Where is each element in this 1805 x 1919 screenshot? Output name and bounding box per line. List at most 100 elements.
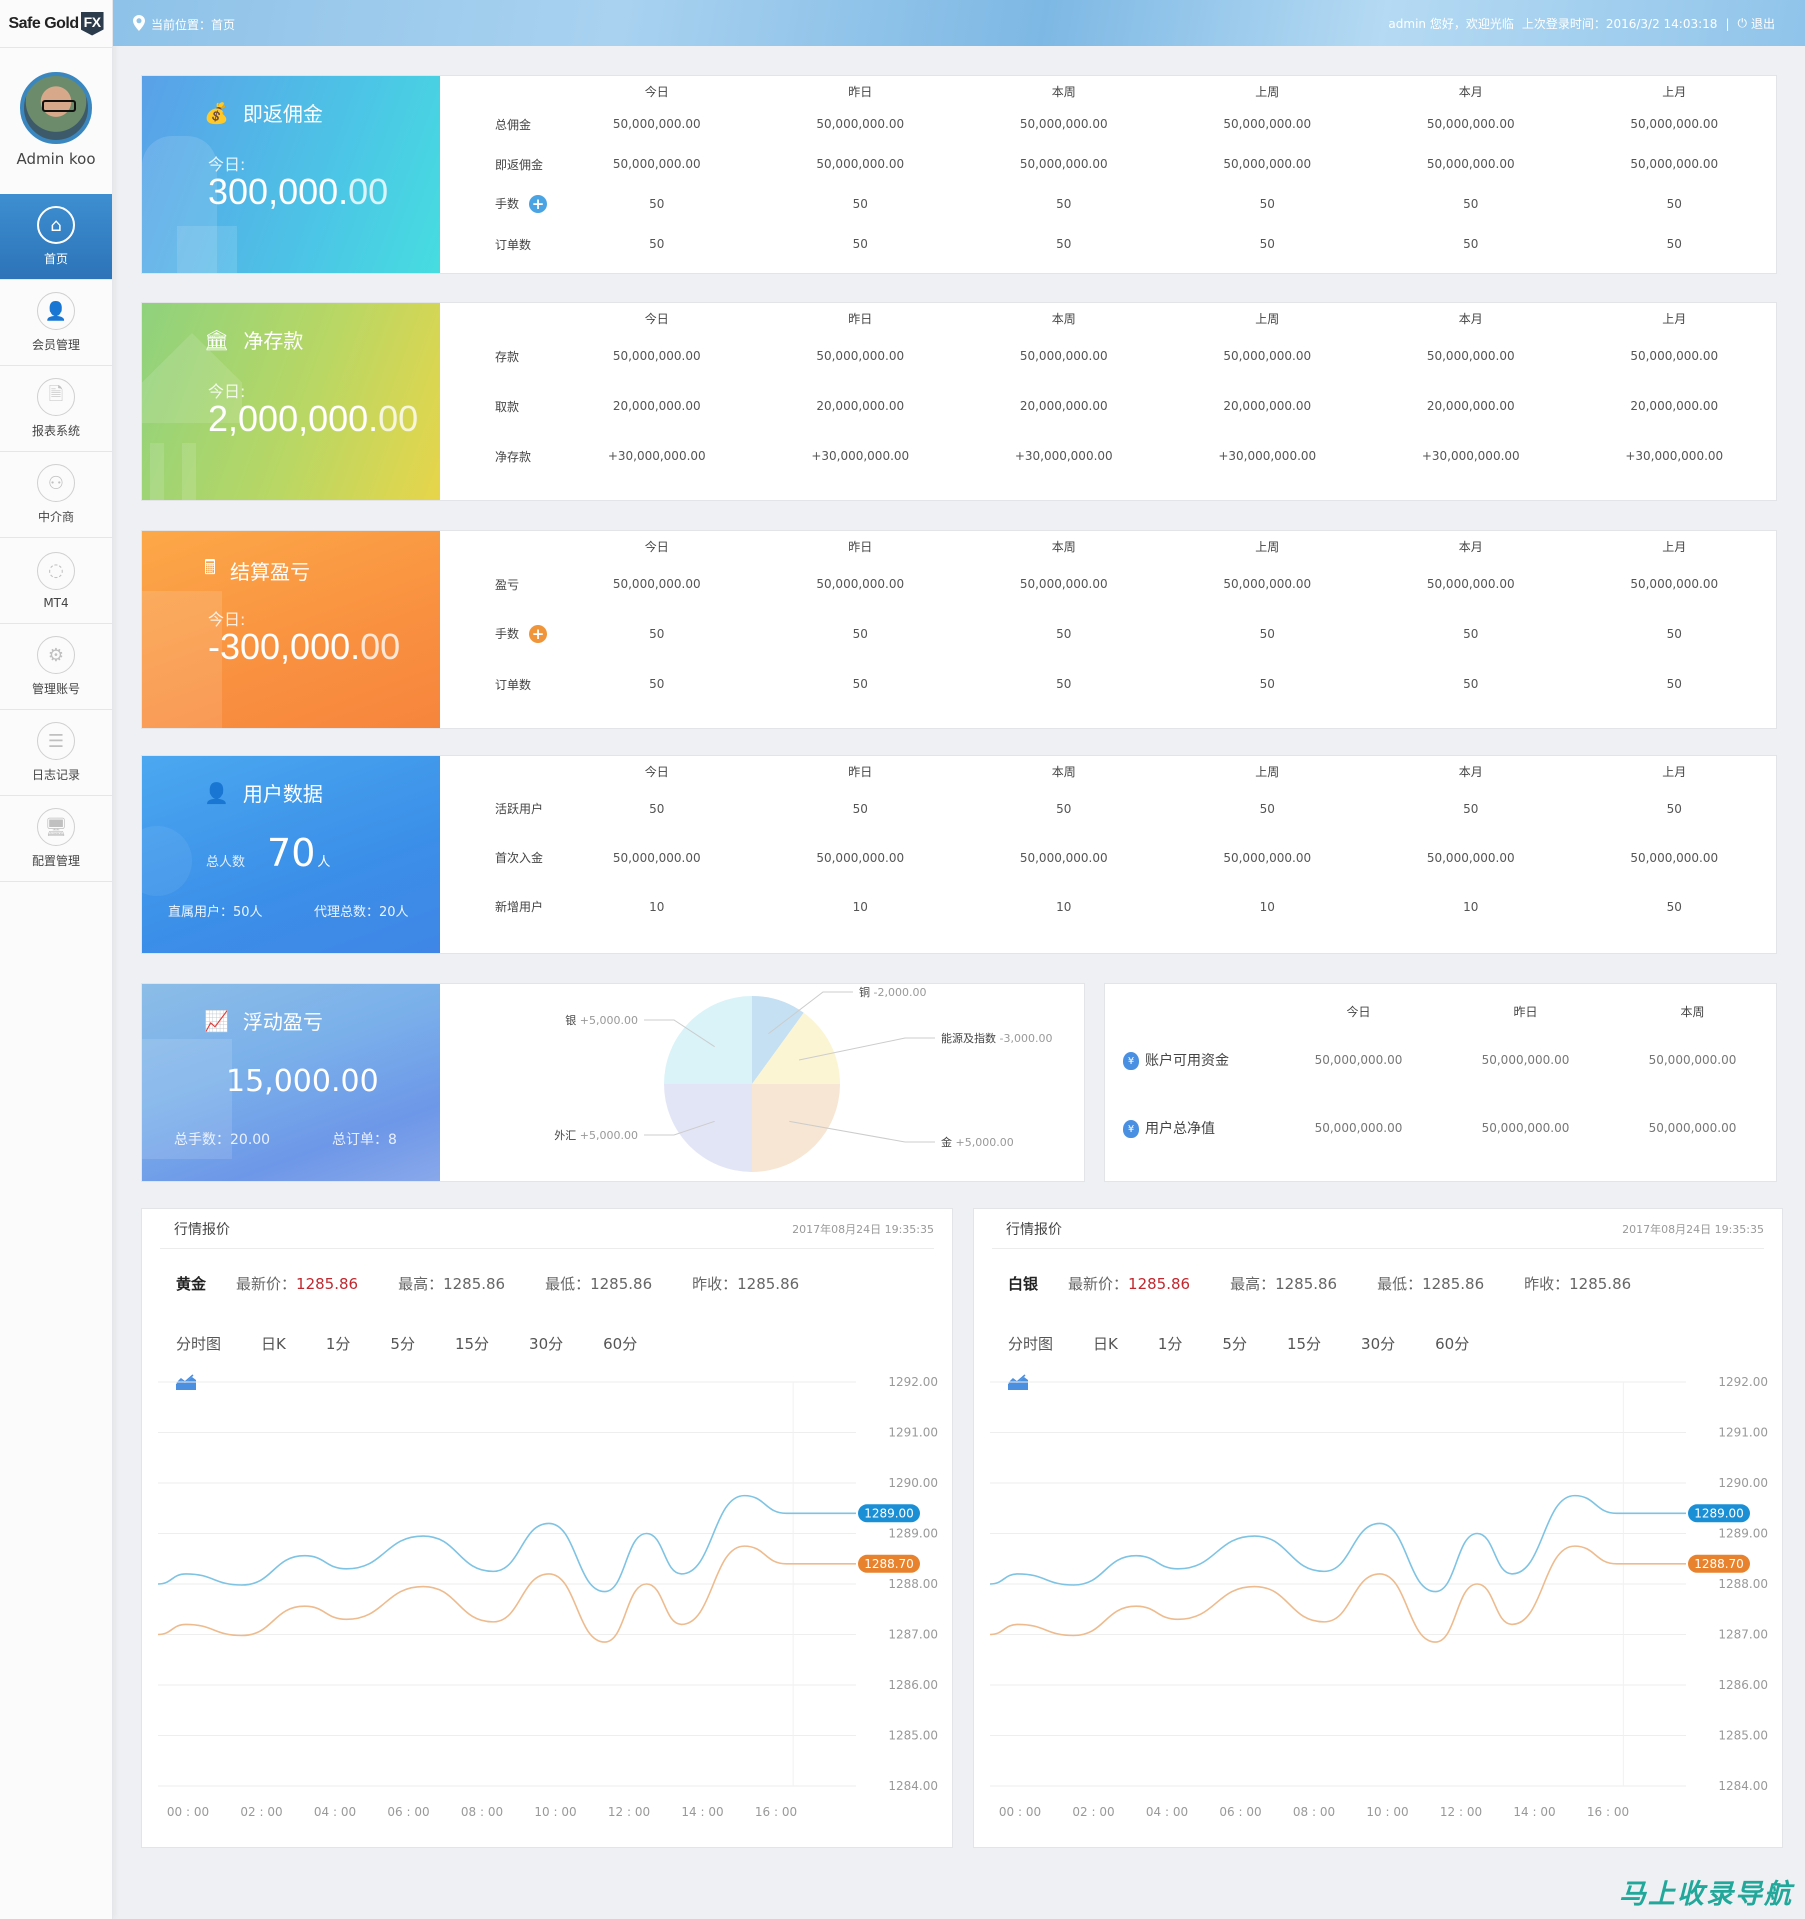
sidebar-item-0[interactable]: ⌂ 首页	[0, 194, 112, 280]
expand-plus-icon[interactable]: +	[529, 195, 548, 214]
floating-pnl-panel: 📈 浮动盈亏 15,000.00 总手数：20.00 总订单：8 铜 -2,000…	[141, 983, 1085, 1182]
market-timestamp: 2017年08月24日 19:35:35	[1622, 1222, 1764, 1236]
home-icon: ⌂	[37, 206, 75, 244]
sidebar-item-7[interactable]: 🖥 配置管理	[0, 796, 112, 882]
column-header: 今日	[1346, 1004, 1371, 1019]
cell-value: 50	[1056, 801, 1072, 816]
cell-value: 50,000,000.00	[816, 850, 905, 865]
column-header: 本周	[1680, 1004, 1705, 1019]
header-row: 今日 昨日 本周 上周 本月 上月	[440, 76, 1776, 104]
avatar[interactable]	[20, 72, 92, 144]
total-lots: 总手数：20.00	[174, 1132, 271, 1148]
latest-price-value: 1285.86	[296, 1275, 359, 1293]
pie-label: 金 +5,000.00	[941, 1135, 1014, 1149]
y-tick-label: 1284.00	[888, 1779, 938, 1793]
price-tag-label: 1289.00	[864, 1506, 914, 1520]
total-users-unit: 人	[317, 855, 331, 870]
settlement-title: 🖩 结算盈亏	[204, 553, 310, 587]
tab-5[interactable]: 30分	[1361, 1333, 1395, 1354]
pie-label-value: -3,000.00	[1000, 1032, 1053, 1045]
cell-value: 50,000,000.00	[1426, 577, 1515, 591]
cell-value: 20,000,000.00	[1426, 399, 1515, 413]
cell-value: 50	[649, 627, 665, 641]
tab-0[interactable]: 分时图	[1008, 1333, 1053, 1354]
corner-cell	[440, 76, 555, 104]
x-tick-label: 08 : 00	[1293, 1805, 1335, 1819]
column-header: 上月	[1662, 540, 1687, 554]
column-header: 上周	[1255, 765, 1280, 779]
user-info: admin 您好，欢迎光临 上次登录时间：2016/3/2 14:03:18 |…	[1388, 15, 1775, 32]
y-tick-label: 1286.00	[1718, 1678, 1768, 1692]
y-tick-label: 1289.00	[1718, 1527, 1768, 1541]
column-header: 本周	[1051, 85, 1076, 99]
sidebar-item-5[interactable]: ⚙ 管理账号	[0, 624, 112, 710]
table-row: 手数 +50 50 50 50 50 50	[440, 184, 1776, 224]
cell-value: 50,000,000.00	[612, 349, 701, 363]
chart-tabs: 分时图 日K 1分 5分 15分 30分 60分	[1008, 1333, 1469, 1354]
cell-value: 50	[1666, 899, 1682, 914]
symbol-name: 白银	[1008, 1275, 1039, 1293]
tab-2[interactable]: 1分	[1158, 1333, 1183, 1354]
column-header: 昨日	[848, 765, 873, 779]
cell-value: 50	[1666, 801, 1682, 816]
sidebar-item-2[interactable]: 🗎 报表系统	[0, 366, 112, 452]
x-tick-label: 14 : 00	[681, 1805, 723, 1819]
sidebar-item-6[interactable]: ☰ 日志记录	[0, 710, 112, 796]
table-row: 即返佣金 50,000,000.00 50,000,000.00 50,000,000…	[440, 144, 1776, 184]
tab-6[interactable]: 60分	[1435, 1333, 1469, 1354]
sidebar-item-3[interactable]: ⚇ 中介商	[0, 452, 112, 538]
cell-value: 50	[1666, 197, 1682, 211]
tab-0[interactable]: 分时图	[176, 1333, 221, 1354]
column-header: 上月	[1662, 312, 1687, 326]
tab-4[interactable]: 15分	[455, 1333, 489, 1354]
tab-1[interactable]: 日K	[1093, 1333, 1118, 1354]
config-icon: 🖥	[37, 808, 75, 846]
latest-price: 最新价：1285.86	[1068, 1273, 1190, 1294]
pie-slice[interactable]	[664, 1084, 752, 1172]
cell-value: 20,000,000.00	[816, 399, 905, 413]
row-label-text: 存款	[495, 349, 520, 364]
cell-value: 50	[852, 197, 868, 211]
tab-3[interactable]: 5分	[390, 1333, 415, 1354]
column-header: 昨日	[848, 85, 873, 99]
cell-value: 50,000,000.00	[1223, 349, 1312, 363]
expand-plus-icon[interactable]: +	[529, 625, 548, 644]
tab-2[interactable]: 1分	[326, 1333, 351, 1354]
row-label-text: 即返佣金	[495, 157, 544, 172]
prev-price: 昨收：1285.86	[692, 1275, 800, 1293]
cell-value: 50,000,000.00	[1426, 349, 1515, 363]
tab-5[interactable]: 30分	[529, 1333, 563, 1354]
y-tick-label: 1287.00	[888, 1628, 938, 1642]
logout-button[interactable]: ⏻ 退出	[1737, 15, 1775, 32]
brand-fx-badge: FX	[80, 11, 104, 36]
total-users: 总人数 70 人	[206, 831, 330, 875]
table-row: 订单数 50 50 50 50 50 50	[440, 659, 1776, 709]
latest-price-value: 1285.86	[1128, 1275, 1191, 1293]
cell-value: 20,000,000.00	[612, 399, 701, 413]
rebate-card: 💰 即返佣金 今日: 300,000.00	[142, 76, 440, 273]
cell-value: 50,000,000.00	[1648, 1053, 1737, 1067]
tab-4[interactable]: 15分	[1287, 1333, 1321, 1354]
row-label-text: 订单数	[495, 677, 532, 692]
price-line-chart: 1292.00 1291.00 1290.00 1289.00 1288.00 1287.…	[158, 1375, 938, 1819]
sidebar-item-1[interactable]: 👤 会员管理	[0, 280, 112, 366]
pie-label-name: 银	[565, 1013, 580, 1027]
settlement-card: 🖩 结算盈亏 今日: -300,000.00	[142, 531, 440, 728]
brand-logo[interactable]: Safe Gold FX	[0, 0, 112, 48]
cell-value: +30,000,000.00	[607, 449, 706, 463]
market-title: 行情报价	[174, 1221, 230, 1238]
cell-value: 10	[649, 899, 665, 914]
x-tick-label: 08 : 00	[461, 1805, 503, 1819]
pie-slice[interactable]	[664, 996, 752, 1084]
tab-3[interactable]: 5分	[1222, 1333, 1247, 1354]
tab-1[interactable]: 日K	[261, 1333, 286, 1354]
report-icon: 🗎	[37, 378, 75, 416]
y-tick-label: 1290.00	[1718, 1476, 1768, 1490]
rebate-grid: 今日 昨日 本周 上周 本月 上月 总佣金 50,000,000.00 50,000,000.0…	[440, 76, 1776, 264]
tab-6[interactable]: 60分	[603, 1333, 637, 1354]
x-tick-label: 10 : 00	[534, 1805, 576, 1819]
sidebar-item-label: 配置管理	[31, 854, 80, 868]
pie-label-name: 外汇	[554, 1129, 580, 1142]
cell-value: +30,000,000.00	[1014, 449, 1113, 463]
sidebar-item-4[interactable]: ◌ MT4	[0, 538, 112, 624]
